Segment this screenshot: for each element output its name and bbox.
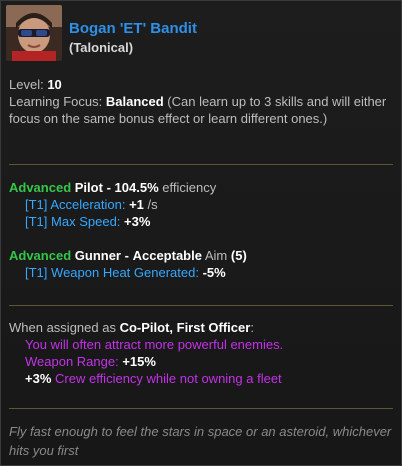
skill-stat: efficiency (162, 180, 217, 195)
crew-portrait (6, 5, 62, 61)
assignment-prefix: When assigned as (9, 320, 116, 335)
focus-label: Learning Focus: (9, 94, 103, 109)
separator-2 (9, 305, 393, 306)
info-section: Level: 10 Learning Focus: Balanced (Can … (9, 76, 395, 127)
level-line: Level: 10 (9, 76, 395, 93)
crew-name: Bogan 'ET' Bandit (69, 20, 197, 37)
assignment-header: When assigned as Co-Pilot, First Officer… (9, 319, 395, 336)
skill-gunner: Advanced Gunner - Acceptable Aim (5) (9, 247, 395, 264)
assignment-section: When assigned as Co-Pilot, First Officer… (9, 319, 395, 387)
skill-dash: - (124, 248, 129, 263)
focus-line: Learning Focus: Balanced (Can learn up t… (9, 93, 395, 127)
effect-acceleration: [T1] Acceleration: +1 /s (9, 196, 395, 213)
assignment-efficiency-value: +3% (25, 371, 52, 386)
skill-pilot: Advanced Pilot - 104.5% efficiency (9, 179, 395, 196)
flavor-text: Fly fast enough to feel the stars in spa… (9, 424, 392, 458)
assignment-line-range: Weapon Range: +15% (9, 353, 395, 370)
effect-weapon-heat: [T1] Weapon Heat Generated: -5% (9, 264, 395, 281)
skill-rank: Advanced (9, 180, 72, 195)
effect-value: +3% (124, 214, 151, 229)
effect-tier: [T1] (25, 214, 48, 229)
assignment-range-label: Weapon Range: (25, 354, 119, 369)
assignment-efficiency-label: Crew efficiency while not owning a fleet (55, 371, 282, 386)
assignment-colon: : (250, 320, 254, 335)
effect-max-speed: [T1] Max Speed: +3% (9, 213, 395, 230)
assignment-line-efficiency: +3% Crew efficiency while not owning a f… (9, 370, 395, 387)
portrait-image (6, 5, 62, 61)
skill-extra: (5) (230, 248, 247, 263)
effect-value: -5% (202, 265, 226, 280)
crew-species: (Talonical) (69, 40, 134, 55)
skill-rank: Advanced (9, 248, 72, 263)
skill-value: Acceptable (132, 248, 202, 263)
effect-label: Acceleration: (50, 197, 126, 212)
effect-unit: /s (147, 197, 158, 212)
skills-section: Advanced Pilot - 104.5% efficiency [T1] … (9, 179, 395, 281)
crew-tooltip: Bogan 'ET' Bandit (Talonical) Level: 10 … (0, 0, 402, 466)
level-value: 10 (47, 77, 62, 92)
skill-dash: - (106, 180, 111, 195)
effect-value: +1 (129, 197, 144, 212)
separator-1 (9, 164, 393, 165)
skill-role: Gunner (74, 248, 121, 263)
skill-role: Pilot (74, 180, 103, 195)
skill-value: 104.5% (114, 180, 159, 195)
assignment-roles: Co-Pilot, First Officer (119, 320, 251, 335)
separator-3 (9, 408, 393, 409)
effect-tier: [T1] (25, 265, 48, 280)
level-label: Level: (9, 77, 44, 92)
effect-tier: [T1] (25, 197, 48, 212)
effect-label: Weapon Heat Generated: (51, 265, 199, 280)
assignment-line-enemies: You will often attract more powerful ene… (25, 337, 284, 352)
effect-label: Max Speed: (51, 214, 121, 229)
focus-value: Balanced (105, 94, 164, 109)
skill-stat: Aim (204, 248, 228, 263)
assignment-range-value: +15% (122, 354, 156, 369)
